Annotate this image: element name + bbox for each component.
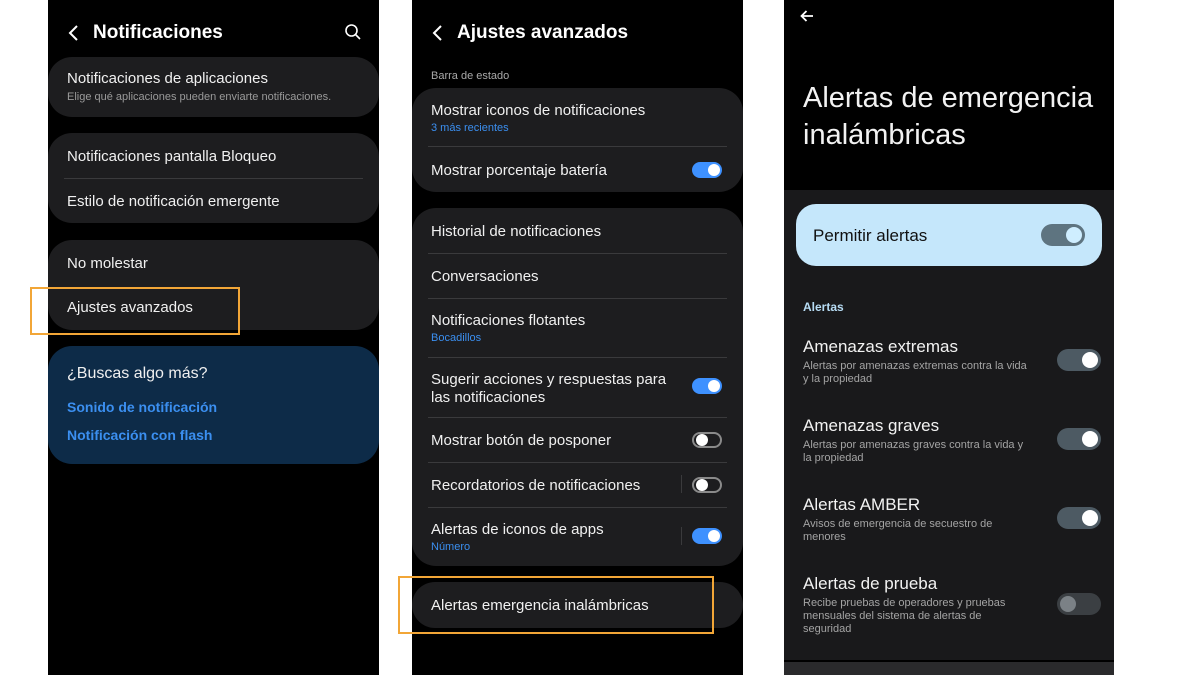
amber-alerts-title: Alertas AMBER	[803, 495, 921, 514]
extreme-threats-title: Amenazas extremas	[803, 337, 958, 356]
suggest-actions-label-line2: las notificaciones	[431, 389, 546, 406]
page-title-line2: inalámbricas	[803, 119, 966, 151]
page-title: Alertas de emergencia inalámbricas	[803, 80, 1093, 154]
battery-percentage-label: Mostrar porcentaje batería	[431, 162, 607, 179]
notifications-screen: Notificaciones Notificaciones de aplicac…	[48, 0, 379, 675]
snooze-button-toggle[interactable]	[692, 432, 722, 448]
lockscreen-notifications-item[interactable]: Notificaciones pantalla Bloqueo	[48, 133, 379, 178]
popup-style-label: Estilo de notificación emergente	[67, 193, 280, 210]
test-alerts-title: Alertas de prueba	[803, 574, 938, 593]
battery-percentage-item[interactable]: Mostrar porcentaje batería	[412, 147, 743, 192]
status-bar-section-label: Barra de estado	[431, 70, 510, 82]
conversations-item[interactable]: Conversaciones	[412, 254, 743, 298]
app-notifications-subtitle: Elige qué aplicaciones pueden enviarte n…	[67, 91, 332, 103]
wireless-emergency-alerts-screen: Alertas de emergencia inalámbricas Permi…	[784, 0, 1114, 675]
conversations-label: Conversaciones	[431, 268, 539, 285]
app-icon-badges-label: Alertas de iconos de apps	[431, 521, 604, 538]
notification-reminders-label: Recordatorios de notificaciones	[431, 477, 641, 494]
test-alerts-item[interactable]: Alertas de prueba Recibe pruebas de oper…	[784, 572, 1114, 642]
severe-threats-title: Amenazas graves	[803, 416, 940, 435]
show-notification-icons-item[interactable]: Mostrar iconos de notificaciones 3 más r…	[412, 88, 743, 146]
notification-history-item[interactable]: Historial de notificaciones	[412, 208, 743, 253]
vertical-separator	[681, 475, 682, 493]
test-alerts-description: Recibe pruebas de operadores y pruebas me…	[803, 597, 1006, 635]
page-title: Ajustes avanzados	[457, 22, 629, 43]
app-notifications-item[interactable]: Notificaciones de aplicaciones Elige qué…	[48, 57, 379, 117]
suggestions-title: ¿Buscas algo más?	[67, 365, 208, 382]
battery-percentage-toggle[interactable]	[692, 162, 722, 178]
suggest-actions-toggle[interactable]	[692, 378, 722, 394]
floating-notifications-item[interactable]: Notificaciones flotantes Bocadillos	[412, 299, 743, 357]
severe-threats-item[interactable]: Amenazas graves Alertas por amenazas gra…	[784, 414, 1114, 474]
flash-notification-link[interactable]: Notificación con flash	[67, 427, 212, 443]
app-icon-badges-toggle[interactable]	[692, 528, 722, 544]
snooze-button-item[interactable]: Mostrar botón de posponer	[412, 418, 743, 462]
allow-alerts-label: Permitir alertas	[813, 226, 928, 245]
test-alerts-toggle[interactable]	[1057, 593, 1101, 615]
search-icon[interactable]	[344, 23, 362, 41]
amber-alerts-description: Avisos de emergencia de secuestro de meno…	[803, 518, 993, 543]
notification-settings-group: Historial de notificaciones Conversacion…	[412, 208, 743, 566]
alerts-section-label: Alertas	[803, 300, 844, 314]
severe-threats-description: Alertas por amenazas graves contra la vi…	[803, 439, 1024, 464]
suggest-actions-label-line1: Sugerir acciones y respuestas para	[431, 371, 667, 388]
floating-notifications-label: Notificaciones flotantes	[431, 312, 586, 329]
notification-reminders-toggle[interactable]	[692, 477, 722, 493]
extreme-threats-toggle[interactable]	[1057, 349, 1101, 371]
suggestions-card: ¿Buscas algo más? Sonido de notificación…	[48, 346, 379, 464]
status-bar-group: Mostrar iconos de notificaciones 3 más r…	[412, 88, 743, 192]
advanced-settings-screen: Ajustes avanzados Barra de estado Mostra…	[412, 0, 743, 675]
popup-style-item[interactable]: Estilo de notificación emergente	[48, 179, 379, 223]
notification-sound-link[interactable]: Sonido de notificación	[67, 399, 217, 415]
allow-alerts-item[interactable]: Permitir alertas	[796, 204, 1102, 266]
highlight-wireless-emergency-alerts	[398, 576, 714, 634]
snooze-button-label: Mostrar botón de posponer	[431, 432, 612, 449]
highlight-advanced-settings	[30, 287, 240, 335]
floating-notifications-value: Bocadillos	[431, 332, 482, 344]
show-notification-icons-label: Mostrar iconos de notificaciones	[431, 102, 646, 119]
page-title-line1: Alertas de emergencia	[803, 82, 1094, 114]
app-notifications-title: Notificaciones de aplicaciones	[67, 70, 268, 87]
allow-alerts-toggle[interactable]	[1041, 224, 1085, 246]
amber-alerts-toggle[interactable]	[1057, 507, 1101, 529]
do-not-disturb-item[interactable]: No molestar	[48, 240, 379, 285]
extreme-threats-description: Alertas por amenazas extremas contra la …	[803, 360, 1027, 385]
page-title: Notificaciones	[93, 22, 223, 43]
notification-history-label: Historial de notificaciones	[431, 223, 602, 240]
suggest-actions-item[interactable]: Sugerir acciones y respuestas para las n…	[412, 358, 743, 417]
amber-alerts-item[interactable]: Alertas AMBER Avisos de emergencia de se…	[784, 493, 1114, 553]
app-icon-badges-value: Número	[431, 541, 471, 553]
extreme-threats-item[interactable]: Amenazas extremas Alertas por amenazas e…	[784, 335, 1114, 395]
notification-reminders-item[interactable]: Recordatorios de notificaciones	[412, 463, 743, 508]
lockscreen-group: Notificaciones pantalla Bloqueo Estilo d…	[48, 133, 379, 223]
severe-threats-toggle[interactable]	[1057, 428, 1101, 450]
bottom-surface	[784, 662, 1114, 675]
lockscreen-notifications-label: Notificaciones pantalla Bloqueo	[67, 148, 277, 165]
app-icon-badges-item[interactable]: Alertas de iconos de apps Número	[412, 508, 743, 566]
chevron-left-icon[interactable]	[428, 23, 448, 43]
arrow-left-icon[interactable]	[798, 7, 816, 25]
chevron-left-icon[interactable]	[64, 23, 84, 43]
do-not-disturb-label: No molestar	[67, 255, 148, 272]
show-notification-icons-value: 3 más recientes	[431, 122, 509, 134]
vertical-separator	[681, 527, 682, 545]
